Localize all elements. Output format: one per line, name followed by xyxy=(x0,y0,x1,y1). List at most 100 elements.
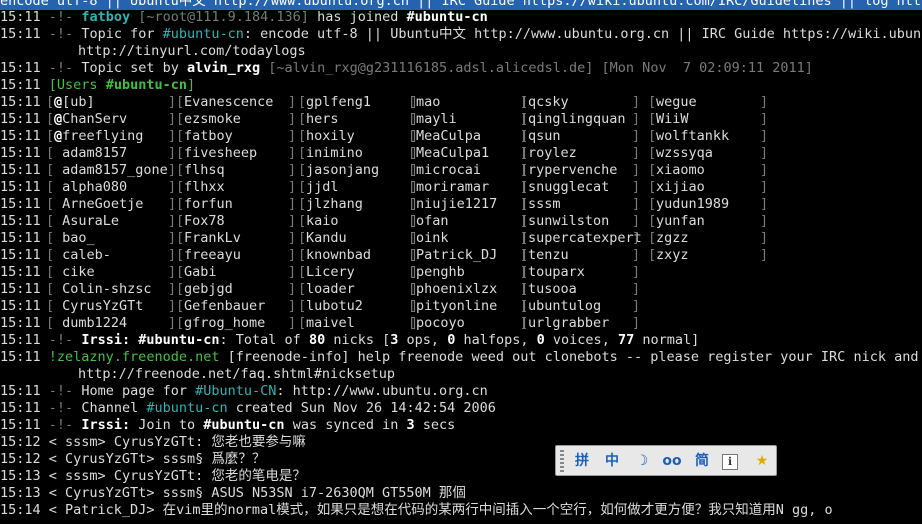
user-nick[interactable]: FrankLv xyxy=(184,230,241,247)
user-nick[interactable]: fatboy xyxy=(184,128,233,145)
user-nick[interactable]: qsun xyxy=(528,128,561,145)
user-nick[interactable]: yudun1989 xyxy=(656,196,729,213)
user-nick[interactable]: hers xyxy=(306,111,339,128)
user-list-row: 15:11[ ArneGoetje][forfun][jlzhang][niuj… xyxy=(0,196,769,213)
user-nick[interactable]: yunfan xyxy=(656,213,705,230)
user-nick[interactable]: mayli xyxy=(416,111,457,128)
user-nick[interactable]: dumb1224 xyxy=(54,315,127,332)
user-nick[interactable]: qinglingquan xyxy=(528,111,626,128)
user-nick[interactable]: kaio xyxy=(306,213,339,230)
user-nick[interactable]: Evanescence xyxy=(184,94,273,111)
user-nick[interactable]: wegue xyxy=(656,94,697,111)
user-nick[interactable]: Fox78 xyxy=(184,213,225,230)
user-nick[interactable]: knownbad xyxy=(306,247,371,264)
user-nick[interactable]: jlzhang xyxy=(306,196,363,213)
user-nick[interactable]: sssm xyxy=(528,196,561,213)
user-nick[interactable]: jjdl xyxy=(306,179,339,196)
user-nick[interactable]: @[ub] xyxy=(54,94,95,111)
message-nick[interactable]: < Patrick_DJ> xyxy=(49,502,155,518)
user-nick[interactable]: rypervenche xyxy=(528,162,617,179)
user-nick[interactable]: mao xyxy=(416,94,440,111)
user-nick[interactable]: Gabi xyxy=(184,264,217,281)
user-nick[interactable]: zgzz xyxy=(656,230,689,247)
user-nick[interactable]: flhxx xyxy=(184,179,225,196)
user-nick[interactable]: wolftankk xyxy=(656,128,729,145)
user-nick[interactable]: tusooa xyxy=(528,281,577,298)
user-list-row: 15:11[ dumb1224][gfrog_home][maivel][poc… xyxy=(0,315,641,332)
punctuation-icon[interactable]: oo xyxy=(662,451,682,471)
user-nick[interactable]: microcai xyxy=(416,162,481,179)
user-nick[interactable]: MeaCulpa xyxy=(416,128,481,145)
user-nick[interactable]: ofan xyxy=(416,213,449,230)
user-nick[interactable]: qcsky xyxy=(528,94,569,111)
half-width-icon[interactable]: ☽ xyxy=(632,451,652,471)
chinese-mode-icon[interactable]: 中 xyxy=(602,451,622,471)
user-nick[interactable]: Colin-shzsc xyxy=(54,281,151,298)
user-nick[interactable]: adam8157_gone xyxy=(54,162,168,179)
user-nick[interactable]: gebjgd xyxy=(184,281,233,298)
user-nick[interactable]: Patrick_DJ xyxy=(416,247,497,264)
user-nick[interactable]: oink xyxy=(416,230,449,247)
user-nick[interactable]: touparx xyxy=(528,264,585,281)
user-nick[interactable]: zxyz xyxy=(656,247,689,264)
user-nick[interactable]: roylez xyxy=(528,145,577,162)
info-icon[interactable]: ℹ xyxy=(722,454,738,470)
user-nick[interactable]: MeaCulpa1 xyxy=(416,145,489,162)
simplified-chinese-icon[interactable]: 简 xyxy=(692,451,712,471)
user-nick[interactable]: supercatexpert xyxy=(528,230,642,247)
message-nick[interactable]: < sssm> xyxy=(49,468,106,484)
user-nick[interactable]: flhsq xyxy=(184,162,225,179)
user-nick[interactable]: gplfeng1 xyxy=(306,94,371,111)
user-nick[interactable]: maivel xyxy=(306,315,355,332)
user-nick[interactable]: AsuraLe xyxy=(54,213,119,230)
bracket: [ xyxy=(46,94,55,110)
topic-continuation: http://tinyurl.com/todaylogs xyxy=(78,43,306,59)
user-nick[interactable]: @freeflying xyxy=(54,128,143,145)
user-nick[interactable]: sunwilston xyxy=(528,213,609,230)
bracket: ] xyxy=(288,196,297,212)
user-nick[interactable]: phoenixlzx xyxy=(416,281,497,298)
user-nick[interactable]: CyrusYzGTt xyxy=(54,298,143,315)
star-icon[interactable]: ★ xyxy=(752,451,772,471)
message-nick[interactable]: < sssm> xyxy=(49,434,106,450)
ime-toolbar[interactable]: 拼 中 ☽ oo 简 ℹ ★ xyxy=(555,445,777,476)
user-nick[interactable]: caleb- xyxy=(54,247,111,264)
user-nick[interactable]: alpha080 xyxy=(54,179,127,196)
user-nick[interactable]: loader xyxy=(306,281,355,298)
user-nick[interactable]: moriramar xyxy=(416,179,489,196)
user-nick[interactable]: Gefenbauer xyxy=(184,298,265,315)
user-nick[interactable]: tenzu xyxy=(528,247,569,264)
user-nick[interactable]: cike xyxy=(54,264,95,281)
user-nick[interactable]: snugglecat xyxy=(528,179,609,196)
user-nick[interactable]: freeayu xyxy=(184,247,241,264)
user-nick[interactable]: penghb xyxy=(416,264,465,281)
user-nick[interactable]: hoxily xyxy=(306,128,355,145)
user-nick[interactable]: WiiW xyxy=(656,111,689,128)
user-nick[interactable]: urlgrabber xyxy=(528,315,609,332)
user-nick[interactable]: ezsmoke xyxy=(184,111,241,128)
user-nick[interactable]: ubuntulog xyxy=(528,298,601,315)
user-nick[interactable]: adam8157 xyxy=(54,145,127,162)
ime-drag-handle[interactable] xyxy=(560,450,564,472)
user-nick[interactable]: forfun xyxy=(184,196,233,213)
user-nick[interactable]: Licery xyxy=(306,264,355,281)
user-nick[interactable]: niujie1217 xyxy=(416,196,497,213)
message-nick[interactable]: < CyrusYzGTt> xyxy=(49,485,155,501)
user-nick[interactable]: bao_ xyxy=(54,230,95,247)
user-nick[interactable]: fivesheep xyxy=(184,145,257,162)
user-nick[interactable]: inimino xyxy=(306,145,363,162)
user-nick[interactable]: lubotu2 xyxy=(306,298,363,315)
user-nick[interactable]: xijiao xyxy=(656,179,705,196)
user-nick[interactable]: pocoyo xyxy=(416,315,465,332)
user-nick[interactable]: xiaomo xyxy=(656,162,705,179)
user-nick[interactable]: jasonjang xyxy=(306,162,379,179)
user-nick[interactable]: @ChanServ xyxy=(54,111,127,128)
user-nick[interactable]: ArneGoetje xyxy=(54,196,143,213)
bracket: [ xyxy=(648,247,657,263)
pinyin-mode-icon[interactable]: 拼 xyxy=(572,451,592,471)
user-nick[interactable]: gfrog_home xyxy=(184,315,265,332)
user-nick[interactable]: pityonline xyxy=(416,298,497,315)
message-nick[interactable]: < CyrusYzGTt> xyxy=(49,451,155,467)
user-nick[interactable]: Kandu xyxy=(306,230,347,247)
user-nick[interactable]: wzssyqa xyxy=(656,145,713,162)
